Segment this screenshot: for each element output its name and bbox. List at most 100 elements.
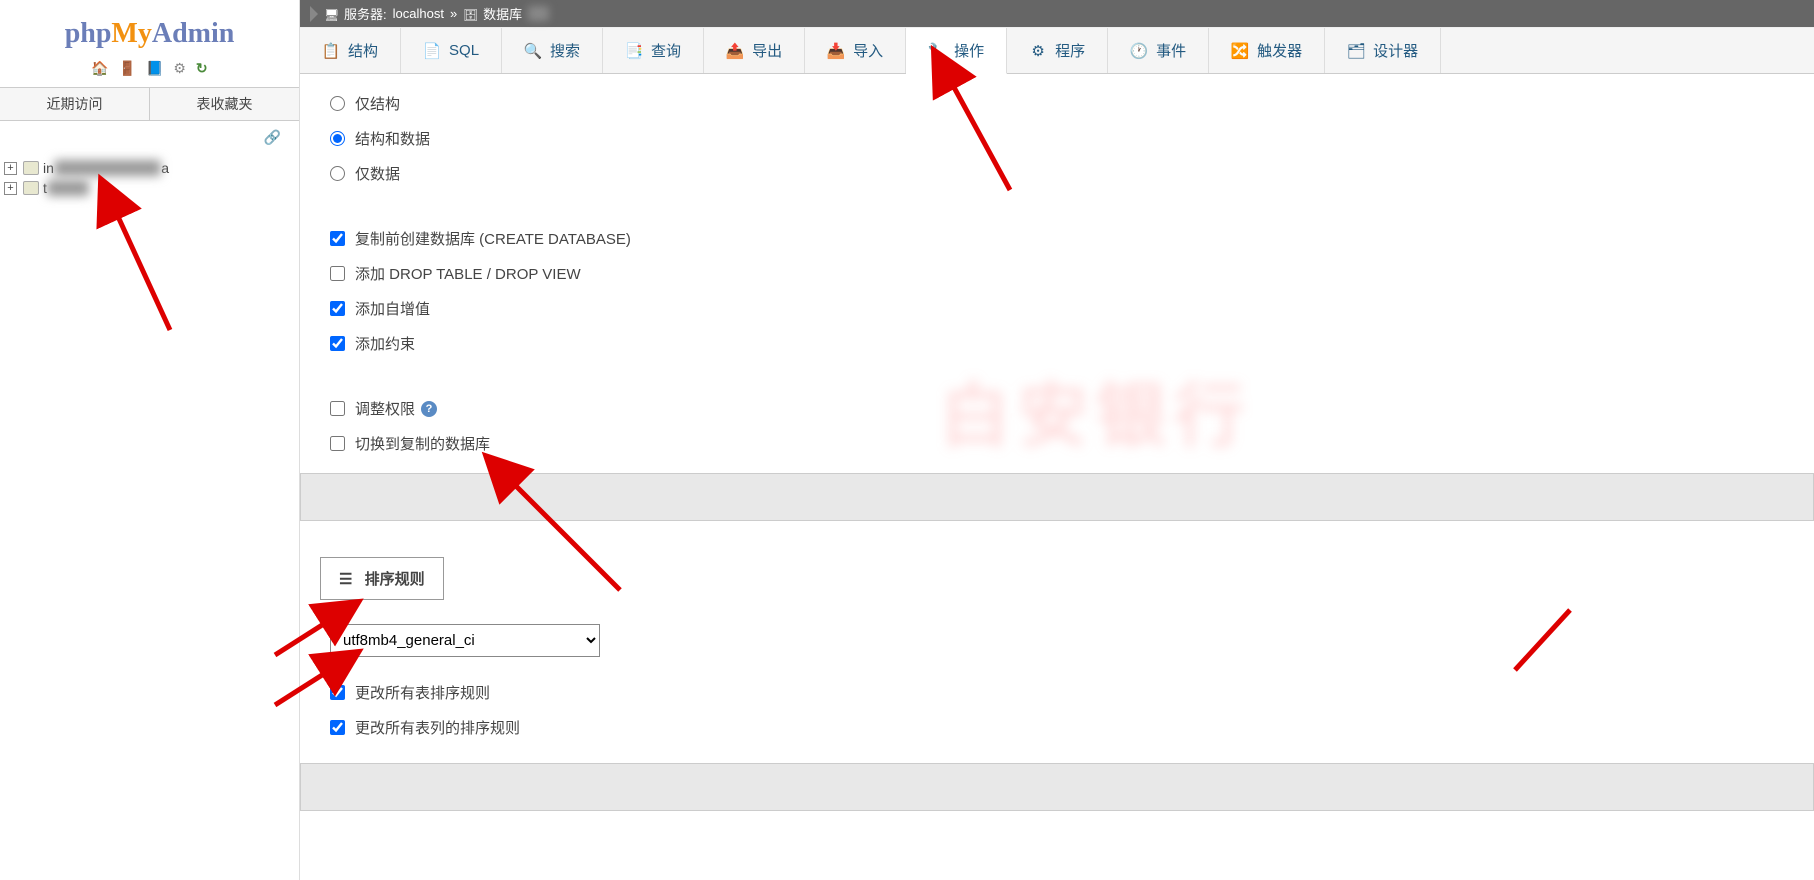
operations-panel: 仅结构 结构和数据 仅数据 复制前创建数据库 (CREATE DATABASE)…	[300, 74, 1814, 533]
check-switch-to-copied-input[interactable]	[330, 436, 345, 451]
trigger-icon	[1231, 42, 1249, 60]
db-name-suffix: a	[161, 160, 169, 176]
check-label: 调整权限	[355, 398, 415, 419]
import-icon	[827, 42, 845, 60]
tab-label: 操作	[954, 40, 984, 61]
settings-icon[interactable]	[173, 60, 186, 77]
tab-操作[interactable]: 操作	[906, 28, 1007, 74]
tab-label: SQL	[449, 42, 479, 59]
radio-label: 仅结构	[355, 93, 400, 114]
breadcrumb-db-label: 数据库	[483, 4, 522, 23]
check-switch-to-copied[interactable]: 切换到复制的数据库	[330, 426, 1784, 461]
check-drop-table-input[interactable]	[330, 266, 345, 281]
query-icon	[625, 42, 643, 60]
panel-footer	[300, 763, 1814, 811]
struct-icon	[322, 42, 340, 60]
radio-structure-and-data[interactable]: 结构和数据	[330, 121, 1784, 156]
check-label: 切换到复制的数据库	[355, 433, 490, 454]
check-adjust-privileges[interactable]: 调整权限 ?	[330, 391, 1784, 426]
radio-label: 仅数据	[355, 163, 400, 184]
radio-data-only[interactable]: 仅数据	[330, 156, 1784, 191]
tab-导入[interactable]: 导入	[805, 28, 906, 73]
breadcrumb-separator: »	[450, 6, 457, 21]
breadcrumb-arrow-icon[interactable]	[310, 6, 318, 22]
check-change-columns-collation[interactable]: 更改所有表列的排序规则	[330, 710, 1784, 745]
design-icon	[1347, 42, 1365, 60]
logo-php: php	[65, 18, 112, 49]
logo-my: My	[111, 18, 151, 49]
check-change-columns-collation-input[interactable]	[330, 720, 345, 735]
sidebar-link-row	[0, 121, 299, 150]
expand-icon[interactable]	[4, 162, 17, 175]
link-icon[interactable]	[264, 129, 281, 145]
check-adjust-privileges-input[interactable]	[330, 401, 345, 416]
breadcrumb-server[interactable]: localhost	[393, 6, 444, 21]
search-icon	[524, 42, 542, 60]
db-name-blur: est_db	[47, 180, 89, 196]
radio-structure-and-data-input[interactable]	[330, 131, 345, 146]
main: 服务器: localhost » 数据库 test 结构 SQL 搜索 查询导出导入 操…	[300, 0, 1814, 880]
tab-SQL[interactable]: SQL	[401, 28, 502, 73]
check-auto-increment[interactable]: 添加自增值	[330, 291, 1784, 326]
wrench-icon	[928, 42, 946, 60]
radio-structure-only[interactable]: 仅结构	[330, 86, 1784, 121]
tab-label: 设计器	[1373, 40, 1418, 61]
tab-label: 搜索	[550, 40, 580, 61]
check-change-tables-collation[interactable]: 更改所有表排序规则	[330, 675, 1784, 710]
tab-结构[interactable]: 结构	[300, 28, 401, 73]
breadcrumb-server-label: 服务器:	[344, 4, 387, 23]
tab-label: 事件	[1156, 40, 1186, 61]
sidebar-tab-recent[interactable]: 近期访问	[0, 88, 150, 120]
check-create-db-input[interactable]	[330, 231, 345, 246]
check-constraints-input[interactable]	[330, 336, 345, 351]
sidebar-quick-icons	[0, 54, 299, 87]
tab-触发器[interactable]: 触发器	[1209, 28, 1325, 73]
docs-icon[interactable]	[146, 60, 163, 77]
home-icon[interactable]	[91, 60, 108, 77]
check-label: 添加自增值	[355, 298, 430, 319]
database-icon	[23, 181, 39, 195]
collation-section-body: utf8mb4_general_ci 更改所有表排序规则 更改所有表列的排序规则	[300, 600, 1814, 821]
breadcrumb: 服务器: localhost » 数据库 test	[300, 0, 1814, 27]
db-item-1[interactable]: test_db	[4, 178, 299, 198]
refresh-icon[interactable]	[196, 60, 208, 77]
tab-事件[interactable]: 事件	[1108, 28, 1209, 73]
check-drop-table[interactable]: 添加 DROP TABLE / DROP VIEW	[330, 256, 1784, 291]
tab-label: 结构	[348, 40, 378, 61]
tab-导出[interactable]: 导出	[704, 28, 805, 73]
breadcrumb-db[interactable]: test	[528, 6, 549, 21]
db-item-0[interactable]: information_schema	[4, 158, 299, 178]
expand-icon[interactable]	[4, 182, 17, 195]
tab-搜索[interactable]: 搜索	[502, 28, 603, 73]
check-change-tables-collation-input[interactable]	[330, 685, 345, 700]
sql-icon	[423, 42, 441, 60]
radio-structure-only-input[interactable]	[330, 96, 345, 111]
help-icon[interactable]: ?	[421, 401, 437, 417]
check-label: 复制前创建数据库 (CREATE DATABASE)	[355, 228, 631, 249]
proc-icon	[1029, 42, 1047, 60]
collation-title: 排序规则	[365, 571, 425, 588]
export-icon	[726, 42, 744, 60]
check-label: 添加 DROP TABLE / DROP VIEW	[355, 263, 581, 284]
logo[interactable]: phpMyAdmin	[0, 10, 299, 54]
tab-程序[interactable]: 程序	[1007, 28, 1108, 73]
tab-查询[interactable]: 查询	[603, 28, 704, 73]
sidebar: phpMyAdmin 近期访问 表收藏夹 information_schema	[0, 0, 300, 880]
collation-select[interactable]: utf8mb4_general_ci	[330, 624, 600, 657]
logo-admin: Admin	[152, 18, 234, 49]
collation-section-header: 排序规则	[320, 557, 444, 600]
server-icon	[324, 7, 338, 21]
logout-icon[interactable]	[119, 60, 136, 77]
event-icon	[1130, 42, 1148, 60]
check-label: 更改所有表排序规则	[355, 682, 490, 703]
check-auto-increment-input[interactable]	[330, 301, 345, 316]
check-label: 更改所有表列的排序规则	[355, 717, 520, 738]
radio-data-only-input[interactable]	[330, 166, 345, 181]
check-create-db[interactable]: 复制前创建数据库 (CREATE DATABASE)	[330, 221, 1784, 256]
sidebar-tab-favorites[interactable]: 表收藏夹	[150, 88, 299, 120]
database-icon	[23, 161, 39, 175]
check-constraints[interactable]: 添加约束	[330, 326, 1784, 361]
tab-设计器[interactable]: 设计器	[1325, 28, 1441, 73]
panel-footer	[300, 473, 1814, 521]
db-name-prefix: in	[43, 160, 54, 176]
